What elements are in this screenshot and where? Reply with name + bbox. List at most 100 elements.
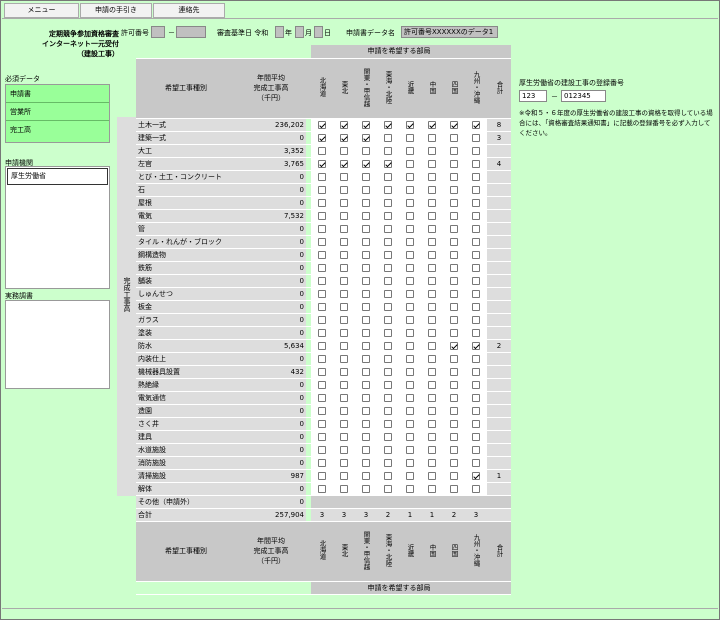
checkbox-unchecked[interactable] [362,484,370,493]
checkbox-unchecked[interactable] [362,250,370,259]
checkbox-unchecked[interactable] [450,484,458,493]
checkbox-unchecked[interactable] [450,367,458,376]
checkbox-unchecked[interactable] [406,484,414,493]
checkbox-unchecked[interactable] [340,393,348,402]
checkbox-unchecked[interactable] [428,471,436,480]
checkbox-unchecked[interactable] [318,367,326,376]
checkbox-unchecked[interactable] [318,328,326,337]
checkbox-unchecked[interactable] [362,406,370,415]
checkbox-unchecked[interactable] [406,133,414,142]
checkbox-unchecked[interactable] [450,224,458,233]
checkbox-unchecked[interactable] [384,302,392,311]
checkbox-unchecked[interactable] [340,328,348,337]
checkbox-unchecked[interactable] [362,354,370,363]
checkbox-unchecked[interactable] [450,289,458,298]
checkbox-unchecked[interactable] [318,341,326,350]
checkbox-unchecked[interactable] [362,471,370,480]
checkbox-unchecked[interactable] [450,146,458,155]
checkbox-unchecked[interactable] [318,211,326,220]
checkbox-unchecked[interactable] [450,263,458,272]
checkbox-unchecked[interactable] [428,341,436,350]
checkbox-unchecked[interactable] [450,302,458,311]
checkbox-unchecked[interactable] [406,341,414,350]
checkbox-unchecked[interactable] [472,315,480,324]
checkbox-unchecked[interactable] [318,172,326,181]
checkbox-unchecked[interactable] [406,159,414,168]
checkbox-unchecked[interactable] [428,367,436,376]
checkbox-unchecked[interactable] [362,237,370,246]
checkbox-unchecked[interactable] [428,445,436,454]
checkbox-unchecked[interactable] [428,289,436,298]
checkbox-unchecked[interactable] [340,432,348,441]
menu-tab-menu[interactable]: メニュー [4,3,79,18]
checkbox-unchecked[interactable] [450,445,458,454]
base-year-field[interactable] [275,26,284,38]
checkbox-unchecked[interactable] [362,198,370,207]
checkbox-checked[interactable] [340,133,348,142]
checkbox-unchecked[interactable] [428,237,436,246]
checkbox-unchecked[interactable] [472,367,480,376]
checkbox-unchecked[interactable] [406,172,414,181]
checkbox-unchecked[interactable] [340,224,348,233]
checkbox-unchecked[interactable] [318,445,326,454]
base-day-field[interactable] [314,26,323,38]
checkbox-unchecked[interactable] [472,159,480,168]
checkbox-checked[interactable] [384,159,392,168]
checkbox-unchecked[interactable] [472,328,480,337]
checkbox-unchecked[interactable] [428,406,436,415]
checkbox-unchecked[interactable] [384,432,392,441]
checkbox-unchecked[interactable] [318,302,326,311]
checkbox-checked[interactable] [428,120,436,129]
checkbox-checked[interactable] [318,133,326,142]
checkbox-unchecked[interactable] [340,484,348,493]
checkbox-unchecked[interactable] [384,380,392,389]
checkbox-unchecked[interactable] [384,484,392,493]
checkbox-unchecked[interactable] [406,237,414,246]
checkbox-unchecked[interactable] [472,380,480,389]
checkbox-unchecked[interactable] [340,276,348,285]
checkbox-unchecked[interactable] [406,380,414,389]
checkbox-unchecked[interactable] [428,133,436,142]
checkbox-unchecked[interactable] [406,146,414,155]
checkbox-unchecked[interactable] [340,185,348,194]
checkbox-unchecked[interactable] [428,224,436,233]
checkbox-unchecked[interactable] [406,406,414,415]
checkbox-unchecked[interactable] [406,445,414,454]
checkbox-unchecked[interactable] [318,276,326,285]
data-name-field[interactable]: 許可番号XXXXXXのデータ1 [401,26,498,38]
checkbox-unchecked[interactable] [362,263,370,272]
checkbox-unchecked[interactable] [384,237,392,246]
checkbox-unchecked[interactable] [450,315,458,324]
checkbox-unchecked[interactable] [428,458,436,467]
checkbox-unchecked[interactable] [362,185,370,194]
checkbox-unchecked[interactable] [384,198,392,207]
checkbox-checked[interactable] [384,120,392,129]
checkbox-unchecked[interactable] [362,276,370,285]
checkbox-unchecked[interactable] [428,146,436,155]
checkbox-unchecked[interactable] [340,458,348,467]
checkbox-unchecked[interactable] [406,315,414,324]
checkbox-unchecked[interactable] [340,341,348,350]
checkbox-unchecked[interactable] [450,406,458,415]
checkbox-unchecked[interactable] [406,198,414,207]
checkbox-unchecked[interactable] [472,237,480,246]
checkbox-unchecked[interactable] [318,458,326,467]
checkbox-unchecked[interactable] [450,237,458,246]
checkbox-unchecked[interactable] [362,211,370,220]
checkbox-unchecked[interactable] [472,198,480,207]
checkbox-unchecked[interactable] [472,289,480,298]
checkbox-unchecked[interactable] [450,354,458,363]
checkbox-unchecked[interactable] [472,276,480,285]
checkbox-unchecked[interactable] [384,211,392,220]
checkbox-unchecked[interactable] [362,432,370,441]
checkbox-checked[interactable] [318,120,326,129]
checkbox-checked[interactable] [472,341,480,350]
checkbox-unchecked[interactable] [472,211,480,220]
checkbox-unchecked[interactable] [362,393,370,402]
checkbox-unchecked[interactable] [472,445,480,454]
checkbox-unchecked[interactable] [362,380,370,389]
checkbox-unchecked[interactable] [450,198,458,207]
checkbox-unchecked[interactable] [450,276,458,285]
checkbox-unchecked[interactable] [384,445,392,454]
checkbox-unchecked[interactable] [384,250,392,259]
